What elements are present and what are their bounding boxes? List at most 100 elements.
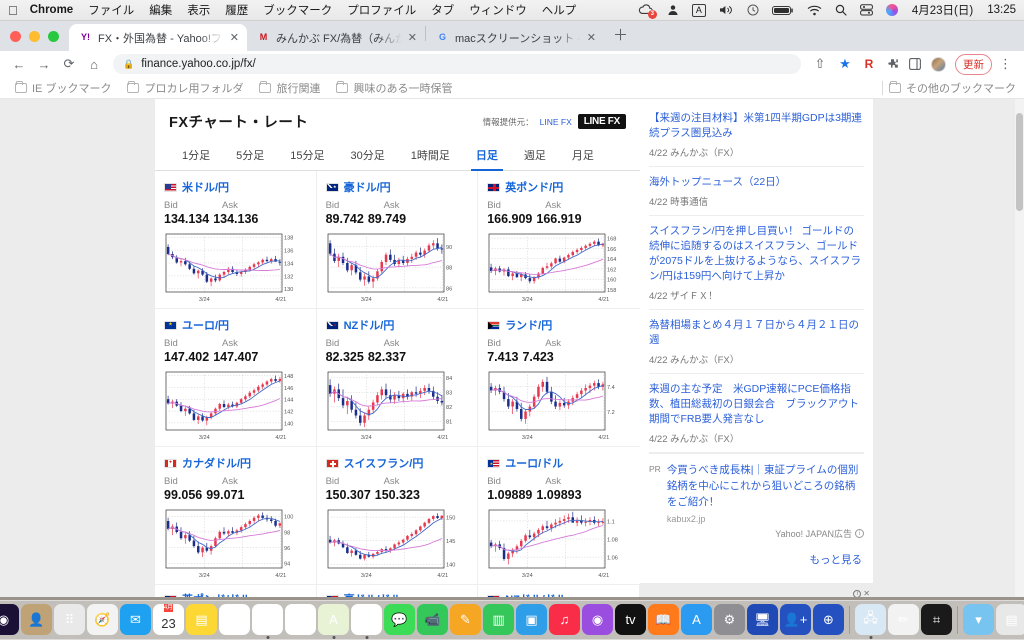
chrome-menu-button[interactable]: ⋮ <box>995 56 1016 72</box>
linefx-logo[interactable]: LINE FX <box>577 114 626 129</box>
dock-item-user-plus[interactable]: ⊕ <box>813 604 844 635</box>
share-button[interactable]: ⇧ <box>809 53 831 75</box>
tab-1min[interactable]: 1分足 <box>169 140 223 170</box>
news-title[interactable]: 海外トップニュース（22日） <box>649 175 864 190</box>
ad-info-icon[interactable]: i <box>853 590 862 597</box>
menu-item-history[interactable]: 履歴 <box>225 2 248 18</box>
fx-pair-name[interactable]: スイスフラン/円 <box>344 455 424 471</box>
news-more-link[interactable]: もっと見る <box>649 544 864 577</box>
fx-mini-candlestick-chart[interactable]: 86 88 90 3/24 4/21 <box>326 232 469 304</box>
menubar-date[interactable]: 4月23日(日) <box>912 2 973 18</box>
ad-info-icon[interactable]: i <box>855 529 864 538</box>
dock-item-reminders[interactable]: ≣ <box>285 604 316 635</box>
fx-card[interactable]: ★ 豪ドル/円 Bid Ask 89.742 89.749 86 88 90 3/24 4/21 <box>316 171 479 309</box>
dock-item-apple-tv[interactable]: tv <box>615 604 646 635</box>
page-scrollbar[interactable] <box>1015 99 1024 597</box>
ad-close-icon[interactable]: ✕ <box>863 590 870 598</box>
fx-mini-candlestick-chart[interactable]: 81 82 83 84 3/24 4/21 <box>326 370 469 442</box>
time-machine-icon[interactable] <box>747 4 759 16</box>
news-item[interactable]: 【来週の注目材料】米第1四半期GDPは3期連続プラス圏見込み 4/22 みんかぶ（… <box>649 103 864 167</box>
news-title[interactable]: 来週の主な予定 米GDP速報にPCE価格指数、植田総裁初の日銀会合 ブラックアウ… <box>649 382 864 427</box>
fx-pair-name[interactable]: ユーロ/ドル <box>505 455 563 471</box>
fx-mini-candlestick-chart[interactable]: 130 132 134 136 138 3/24 4/21 <box>164 232 307 304</box>
fx-mini-candlestick-chart[interactable]: 158 160 162 164 166 168 3/24 4/21 <box>487 232 631 304</box>
dock-item-user-add[interactable]: 👤+ <box>780 604 811 635</box>
dock-item-screen-sharing[interactable]: 🖧 <box>855 604 886 639</box>
fx-card[interactable]: スイスフラン/円 Bid Ask 150.307 150.323 140 145 150 3/2… <box>316 447 479 585</box>
dock-item-podcasts[interactable]: ◉ <box>582 604 613 635</box>
back-button[interactable]: ← <box>8 53 30 75</box>
dock-item-safari[interactable]: 🧭 <box>87 604 118 635</box>
menubar-time[interactable]: 13:25 <box>987 4 1016 16</box>
pr-title[interactable]: 今買うべき成長株|｜東証プライムの個別銘柄を中心にこれから狙いどころの銘柄をご紹… <box>667 464 859 508</box>
fx-pair-name[interactable]: ランド/円 <box>505 317 552 333</box>
extension-r-icon[interactable]: R <box>859 54 879 74</box>
fx-mini-candlestick-chart[interactable]: 7.2 7.4 3/24 4/21 <box>487 370 631 442</box>
news-title[interactable]: スイスフラン/円を押し目買い！ ゴールドの続伸に追随するのはスイスフラン、ゴール… <box>649 224 864 284</box>
dock-item-notes[interactable]: ▤ <box>186 604 217 635</box>
fx-card[interactable]: ★ ユーロ/ドル Bid Ask 1.09889 1.09893 1.06 1.08 1.1 3/… <box>478 447 640 585</box>
menu-item-edit[interactable]: 編集 <box>149 2 172 18</box>
dock-item-photos[interactable]: ✿ <box>351 604 382 639</box>
dock-item-maps[interactable]: A <box>318 604 349 639</box>
dock-item-settings[interactable]: ⚙ <box>714 604 745 635</box>
fx-card[interactable]: ✦ カナダドル/円 Bid Ask 99.056 99.071 94 96 98 100 3/24 4… <box>155 447 317 585</box>
news-item[interactable]: 為替相場まとめ４月１７日から４月２１日の週 4/22 みんかぶ（FX） <box>649 310 864 374</box>
close-window-button[interactable] <box>10 30 21 42</box>
tab-5min[interactable]: 5分足 <box>223 140 277 170</box>
minimize-window-button[interactable] <box>29 30 40 42</box>
browser-tab-3[interactable]: G macスクリーンショット - Google 検索 ✕ <box>426 24 604 51</box>
fx-card[interactable]: 英ポンド/円 Bid Ask 166.909 166.919 158 160 162 164 16… <box>478 171 640 309</box>
tab-15min[interactable]: 15分足 <box>277 140 337 170</box>
bookmark-prokare[interactable]: プロカレ用フォルダ <box>120 78 250 98</box>
fx-pair-name[interactable]: 英ポンド/円 <box>505 179 563 195</box>
cloud-sync-icon[interactable]: 3 <box>638 4 657 19</box>
fx-card[interactable]: ★ NZドル/円 Bid Ask 82.325 82.337 81 82 83 84 3/24 4/2… <box>316 309 479 447</box>
promoted-ad-item[interactable]: PR 今買うべき成長株|｜東証プライムの個別銘柄を中心にこれから狙いどころの銘柄を… <box>649 453 864 544</box>
fx-card[interactable]: ★ ユーロ/円 Bid Ask 147.402 147.407 140 142 144 146 14… <box>155 309 317 447</box>
close-tab-2-icon[interactable]: ✕ <box>408 31 417 44</box>
news-item[interactable]: 来週の主な予定 米GDP速報にPCE価格指数、植田総裁初の日銀会合 ブラックアウ… <box>649 374 864 453</box>
siri-icon[interactable] <box>885 4 898 16</box>
dock-item-numbers[interactable]: ▥ <box>483 604 514 635</box>
dock-item-messages[interactable]: 💬 <box>384 604 415 635</box>
fx-card-partial[interactable]: 豪ドル/ドル <box>317 585 479 597</box>
new-tab-button[interactable]: ＋ <box>604 24 637 49</box>
menu-item-file[interactable]: ファイル <box>88 2 134 18</box>
close-tab-1-icon[interactable]: ✕ <box>230 31 239 44</box>
news-item[interactable]: スイスフラン/円を押し目買い！ ゴールドの続伸に追随するのはスイスフラン、ゴール… <box>649 216 864 310</box>
close-tab-3-icon[interactable]: ✕ <box>587 31 596 44</box>
dock-item-keynote[interactable]: ▣ <box>516 604 547 635</box>
fx-pair-name[interactable]: 米ドル/円 <box>182 179 229 195</box>
menu-item-profile[interactable]: プロファイル <box>347 2 416 18</box>
update-button[interactable]: 更新 <box>955 53 992 75</box>
fx-card[interactable]: ランド/円 Bid Ask 7.413 7.423 7.2 7.4 3/24 4/21 <box>478 309 640 447</box>
dock-item-mail[interactable]: ✉ <box>120 604 151 635</box>
tab-monthly[interactable]: 月足 <box>559 140 607 170</box>
fx-pair-name[interactable]: ユーロ/円 <box>182 317 229 333</box>
fx-mini-candlestick-chart[interactable]: 140 142 144 146 148 3/24 4/21 <box>164 370 307 442</box>
dock-item-documents-folder[interactable]: ▤ <box>996 604 1024 635</box>
browser-tab-2[interactable]: M みんかぶ FX/為替（みんかぶFX） ✕ <box>247 24 425 51</box>
dock-item-chrome[interactable]: ◎ <box>252 604 283 639</box>
volume-icon[interactable] <box>719 4 734 16</box>
menu-item-view[interactable]: 表示 <box>187 2 210 18</box>
dock-item-remote-desktop[interactable]: 🖥 <box>747 604 778 635</box>
fx-card-partial[interactable]: 英ポンド/ドル <box>155 585 317 597</box>
menu-item-help[interactable]: ヘルプ <box>542 2 577 18</box>
dock-item-calendar[interactable]: 4月 23 <box>153 604 184 635</box>
reload-button[interactable]: ⟳ <box>58 53 80 75</box>
dock-item-app-store[interactable]: A <box>681 604 712 635</box>
bookmark-interest[interactable]: 興味のある一時保管 <box>329 78 459 98</box>
browser-tab-1[interactable]: Y! FX・外国為替 - Yahoo!ファイナンス ✕ <box>69 24 247 51</box>
fx-pair-name[interactable]: カナダドル/円 <box>182 455 251 471</box>
fx-mini-candlestick-chart[interactable]: 94 96 98 100 3/24 4/21 <box>164 508 307 580</box>
other-bookmarks[interactable]: その他のブックマーク <box>882 80 1016 96</box>
dock-item-text-edit[interactable]: ✏ <box>888 604 919 635</box>
apple-menu-icon[interactable]:  <box>8 4 18 17</box>
fx-card-partial[interactable]: NZドル/ドル <box>478 585 640 597</box>
control-center-icon[interactable] <box>859 4 873 16</box>
input-source-icon[interactable]: A <box>691 3 706 17</box>
fx-card[interactable]: 米ドル/円 Bid Ask 134.134 134.136 130 132 134 136 138… <box>155 171 317 309</box>
news-title[interactable]: 為替相場まとめ４月１７日から４月２１日の週 <box>649 318 864 348</box>
